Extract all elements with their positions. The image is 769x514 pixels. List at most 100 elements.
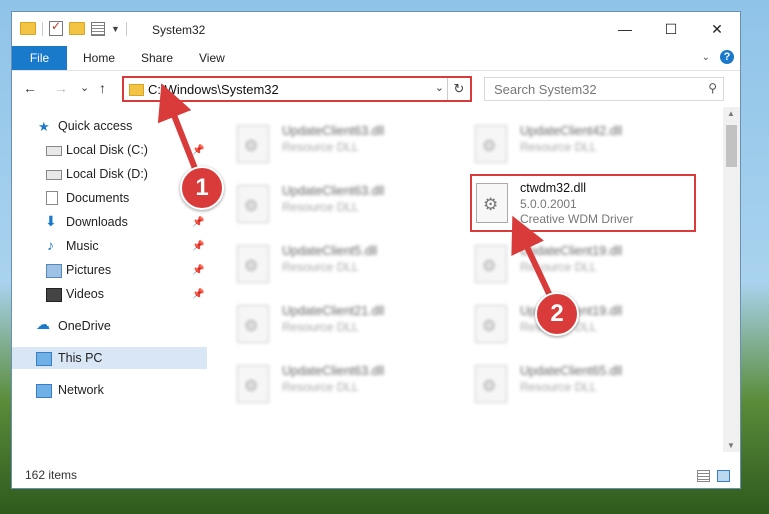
file-name: UpdateClient21.dll [282, 304, 385, 318]
item-count: 162 items [25, 468, 78, 482]
dll-file-icon [475, 125, 507, 163]
computer-icon [36, 352, 52, 366]
tab-view[interactable]: View [199, 51, 225, 65]
pin-icon[interactable]: 📌 [192, 145, 204, 156]
navigation-pane: ★ Quick access Local Disk (C:) 📌 Local D… [12, 107, 207, 452]
pin-icon[interactable]: 📌 [192, 265, 204, 276]
sidebar-item-label: Music [66, 239, 99, 253]
pin-icon[interactable]: 📌 [192, 217, 204, 228]
sidebar-item-label: Network [58, 383, 104, 397]
list-item[interactable]: UpdateClient21.dll Resource DLL [227, 297, 437, 349]
file-version: 5.0.0.2001 [520, 197, 577, 211]
document-icon [46, 191, 58, 205]
dll-file-icon [475, 365, 507, 403]
list-item[interactable]: UpdateClient19.dll Resource DLL [465, 237, 675, 289]
sidebar-item-documents[interactable]: Documents [12, 187, 207, 209]
ribbon-tabs: File Home Share View ⌄ ? [12, 46, 740, 71]
folder-icon [129, 84, 144, 96]
explorer-window: ▼ System32 — ☐ ✕ File Home Share View ⌄ … [11, 11, 741, 489]
recent-locations-button[interactable]: ⌄ [80, 81, 89, 94]
close-button[interactable]: ✕ [694, 12, 740, 46]
scroll-thumb[interactable] [726, 125, 737, 167]
file-name: UpdateClient5.dll [282, 244, 378, 258]
file-description: Creative WDM Driver [520, 212, 634, 226]
file-name: UpdateClient19.dll [520, 244, 623, 258]
details-view-icon[interactable] [697, 470, 710, 482]
sidebar-item-label: Local Disk (C:) [66, 143, 148, 157]
large-icons-view-icon[interactable] [717, 470, 730, 482]
sidebar-item-label: This PC [58, 351, 103, 365]
properties-check-icon[interactable] [49, 19, 63, 36]
pin-icon[interactable]: 📌 [192, 289, 204, 300]
sidebar-item-onedrive[interactable]: ☁ OneDrive [12, 315, 207, 337]
file-name: UpdateClient63.dll [282, 364, 385, 378]
file-name: UpdateClient65.dll [520, 364, 623, 378]
sidebar-item-local-disk-d[interactable]: Local Disk (D:) [12, 163, 207, 185]
help-icon[interactable]: ? [720, 50, 734, 64]
list-item[interactable]: UpdateClient65.dll Resource DLL [465, 357, 675, 409]
highlighted-file[interactable]: ctwdm32.dll 5.0.0.2001 Creative WDM Driv… [470, 174, 696, 232]
list-item[interactable]: UpdateClient63.dll Resource DLL [227, 357, 437, 409]
forward-button[interactable]: → [54, 80, 68, 96]
music-icon: ♪ [47, 237, 54, 253]
expand-ribbon-icon[interactable]: ⌄ [702, 52, 710, 63]
tab-share[interactable]: Share [141, 51, 173, 65]
search-icon[interactable]: ⚲ [708, 81, 717, 95]
file-description: Resource DLL [282, 320, 359, 334]
address-path[interactable]: C:\Windows\System32 [148, 82, 279, 97]
sidebar-item-downloads[interactable]: ⬇ Downloads 📌 [12, 211, 207, 233]
sidebar-item-local-disk-c[interactable]: Local Disk (C:) 📌 [12, 139, 207, 161]
list-item[interactable]: UpdateClient5.dll Resource DLL [227, 237, 437, 289]
customize-icon[interactable] [91, 21, 105, 36]
dll-file-icon [237, 125, 269, 163]
search-input[interactable]: Search System32 ⚲ [484, 77, 724, 101]
scroll-down-icon[interactable]: ▼ [727, 441, 735, 450]
list-item[interactable]: UpdateClient63.dll Resource DLL [227, 177, 437, 229]
file-description: Resource DLL [282, 380, 359, 394]
qat-dropdown-icon[interactable]: ▼ [111, 24, 120, 34]
sidebar-item-pictures[interactable]: Pictures 📌 [12, 259, 207, 281]
up-button[interactable]: ↑ [99, 80, 106, 96]
tab-file[interactable]: File [12, 46, 67, 70]
file-name: UpdateClient63.dll [282, 124, 385, 138]
dll-file-icon [237, 245, 269, 283]
dll-file-icon [475, 245, 507, 283]
sidebar-item-network[interactable]: Network [12, 379, 207, 401]
address-bar[interactable]: C:\Windows\System32 ⌄ ↻ [122, 76, 472, 102]
step-1-marker: 1 [180, 166, 224, 210]
new-folder-icon[interactable] [69, 22, 85, 35]
sidebar-item-music[interactable]: ♪ Music 📌 [12, 235, 207, 257]
sidebar-item-label: Downloads [66, 215, 128, 229]
window-controls: — ☐ ✕ [602, 12, 740, 46]
dll-file-icon [237, 185, 269, 223]
step-2-marker: 2 [535, 292, 579, 336]
tab-home[interactable]: Home [83, 51, 115, 65]
back-button[interactable]: ← [23, 80, 37, 96]
file-description: Resource DLL [520, 260, 597, 274]
sidebar-item-this-pc[interactable]: This PC [12, 347, 207, 369]
status-bar: 162 items [12, 464, 740, 488]
file-description: Resource DLL [282, 140, 359, 154]
scroll-up-icon[interactable]: ▲ [727, 109, 735, 118]
pictures-icon [46, 264, 62, 278]
file-description: Resource DLL [282, 260, 359, 274]
list-item[interactable]: UpdateClient42.dll Resource DLL [465, 117, 675, 169]
list-item[interactable]: UpdateClient63.dll Resource DLL [227, 117, 437, 169]
sidebar-item-label: Local Disk (D:) [66, 167, 148, 181]
videos-icon [46, 288, 62, 302]
minimize-button[interactable]: — [602, 12, 648, 46]
sidebar-item-quick-access[interactable]: ★ Quick access [12, 115, 207, 137]
divider [125, 21, 127, 36]
vertical-scrollbar[interactable]: ▲ ▼ [723, 107, 740, 452]
sidebar-item-label: OneDrive [58, 319, 111, 333]
dll-file-icon [476, 183, 508, 223]
sidebar-item-videos[interactable]: Videos 📌 [12, 283, 207, 305]
file-description: Resource DLL [282, 200, 359, 214]
window-title: System32 [152, 23, 206, 37]
chevron-down-icon[interactable]: ⌄ [435, 81, 444, 94]
refresh-icon[interactable]: ↻ [447, 78, 470, 100]
maximize-button[interactable]: ☐ [648, 12, 694, 46]
title-bar: ▼ System32 — ☐ ✕ [12, 12, 740, 46]
pin-icon[interactable]: 📌 [192, 241, 204, 252]
file-name: UpdateClient42.dll [520, 124, 623, 138]
